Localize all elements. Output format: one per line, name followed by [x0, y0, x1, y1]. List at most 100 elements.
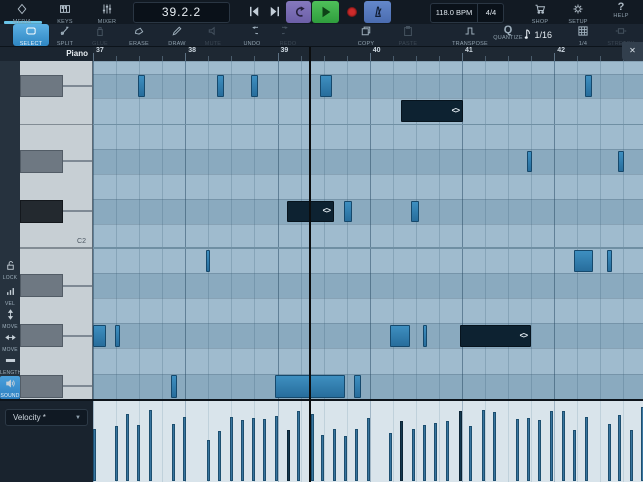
velocity-bar[interactable]	[446, 421, 449, 481]
midi-note[interactable]	[618, 151, 624, 173]
go-to-start-button[interactable]	[247, 4, 264, 20]
midi-note[interactable]	[354, 375, 361, 398]
midi-note[interactable]	[138, 75, 145, 97]
grid-row-C2[interactable]	[93, 224, 643, 249]
velocity-bar[interactable]	[93, 429, 96, 481]
velocity-bar[interactable]	[172, 424, 175, 481]
grid-row-Cs2[interactable]	[93, 199, 643, 224]
cycle-loop-button[interactable]	[286, 1, 311, 23]
play-button[interactable]	[312, 1, 339, 23]
grid-row-E2[interactable]	[93, 124, 643, 150]
velocity-bar[interactable]	[516, 419, 519, 481]
midi-note[interactable]	[171, 375, 177, 398]
tool-erase[interactable]: ERASE	[121, 24, 157, 46]
piano-key-Fs2[interactable]	[20, 75, 63, 98]
piano-key-Cs2[interactable]	[20, 200, 63, 223]
grid-row-Ds2[interactable]	[93, 149, 643, 174]
grid-row-D2[interactable]	[93, 174, 643, 200]
tab-mixer[interactable]: MIXER	[85, 1, 129, 23]
midi-note[interactable]	[251, 75, 258, 97]
velocity-bar[interactable]	[423, 425, 426, 481]
velocity-bar[interactable]	[287, 430, 290, 481]
record-button[interactable]	[347, 7, 357, 17]
velocity-bar[interactable]	[149, 410, 152, 481]
tool-undo[interactable]: UNDO	[234, 24, 270, 46]
piano-key-Gs1[interactable]	[20, 324, 63, 347]
midi-note[interactable]	[320, 75, 332, 97]
tool-split[interactable]: SPLIT	[47, 24, 83, 46]
midi-note[interactable]	[527, 151, 532, 173]
velocity-bar[interactable]	[527, 418, 530, 481]
velocity-bar[interactable]	[321, 435, 324, 481]
tool-transpose[interactable]: TRANSPOSE	[452, 24, 488, 46]
sidebar-button-sound-sound[interactable]: SOUND	[0, 376, 20, 399]
velocity-bar[interactable]	[263, 419, 266, 481]
sidebar-button-move-movev[interactable]: MOVE	[0, 307, 20, 329]
velocity-bar[interactable]	[412, 429, 415, 481]
grid-row-G2[interactable]	[93, 61, 643, 74]
velocity-bar[interactable]	[608, 424, 611, 481]
piano-keyboard[interactable]: C2	[20, 61, 93, 399]
velocity-bar[interactable]	[459, 411, 462, 481]
controller-select-dropdown[interactable]: Velocity * ▼	[5, 409, 88, 426]
timeline-ruler[interactable]: 373839404142	[93, 46, 643, 61]
tab-media[interactable]: MEDIA	[0, 1, 44, 23]
velocity-bar[interactable]	[333, 429, 336, 481]
playhead[interactable]	[309, 46, 311, 482]
midi-note[interactable]	[93, 325, 106, 347]
velocity-bar[interactable]	[252, 418, 255, 481]
midi-note[interactable]	[607, 250, 612, 272]
velocity-bar[interactable]	[434, 423, 437, 481]
velocity-bar[interactable]	[183, 417, 186, 481]
tool-quantize[interactable]: QQUANTIZE	[490, 24, 526, 46]
velocity-bar[interactable]	[115, 426, 118, 481]
velocity-bar[interactable]	[126, 414, 129, 481]
velocity-bar[interactable]	[297, 411, 300, 481]
velocity-bar[interactable]	[538, 420, 541, 481]
quantize-value[interactable]: 1/16	[524, 28, 552, 40]
note-resize-handle[interactable]: <>	[452, 106, 459, 115]
midi-note-selected[interactable]: <>	[460, 325, 531, 347]
time-signature-value[interactable]: 4/4	[479, 4, 503, 22]
midi-note[interactable]	[344, 201, 352, 223]
grid-row-Fs2[interactable]	[93, 74, 643, 99]
note-resize-handle[interactable]: <>	[520, 331, 527, 340]
tab-keys[interactable]: KEYS	[43, 1, 87, 23]
velocity-bar[interactable]	[207, 440, 210, 481]
grid-row-F2[interactable]	[93, 98, 643, 124]
midi-note[interactable]	[115, 325, 120, 347]
midi-note[interactable]	[574, 250, 593, 272]
tempo-display[interactable]: 118.0 BPM 4/4	[430, 3, 504, 23]
tool-copy[interactable]: COPY	[348, 24, 384, 46]
grid-row-As1[interactable]	[93, 273, 643, 298]
velocity-bar[interactable]	[585, 417, 588, 481]
velocity-bar[interactable]	[389, 433, 392, 481]
midi-note-selected[interactable]: <>	[401, 100, 463, 123]
grid-row-B1[interactable]	[93, 248, 643, 273]
velocity-bar[interactable]	[311, 414, 314, 481]
velocity-bar[interactable]	[482, 410, 485, 481]
midi-note[interactable]	[423, 325, 427, 347]
close-editor-button[interactable]: ✕	[622, 42, 643, 61]
velocity-bar[interactable]	[400, 421, 403, 481]
velocity-bar[interactable]	[275, 416, 278, 481]
tool-draw[interactable]: DRAW	[159, 24, 195, 46]
note-resize-handle[interactable]: <>	[323, 206, 330, 215]
velocity-lane[interactable]	[93, 399, 643, 482]
midi-note[interactable]	[217, 75, 224, 97]
velocity-bar[interactable]	[573, 430, 576, 481]
note-grid[interactable]: <> <> <>	[93, 61, 643, 399]
go-to-end-button[interactable]	[267, 4, 284, 20]
grid-row-G1[interactable]	[93, 348, 643, 374]
sidebar-button-vel-vel[interactable]: VEL	[0, 284, 20, 306]
bpm-value[interactable]: 118.0 BPM	[431, 4, 478, 22]
sidebar-button-length-length[interactable]: LENGTH	[0, 353, 20, 375]
sidebar-button-lock-lock[interactable]: LOCK	[0, 258, 20, 282]
velocity-bar[interactable]	[367, 418, 370, 481]
velocity-bar[interactable]	[630, 430, 633, 481]
velocity-bar[interactable]	[344, 436, 347, 481]
midi-note[interactable]	[585, 75, 592, 97]
velocity-bar[interactable]	[241, 420, 244, 481]
grid-row-Gs1[interactable]	[93, 323, 643, 348]
grid-row-A1[interactable]	[93, 298, 643, 323]
